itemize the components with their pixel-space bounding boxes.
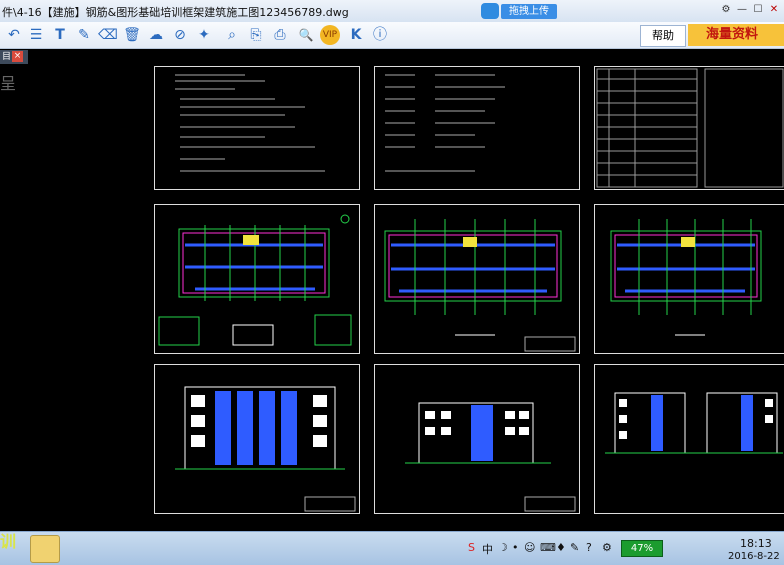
drawing-sheet-plan-1[interactable] — [154, 204, 360, 354]
drawing-sheet-plan-3[interactable] — [594, 204, 784, 354]
upload-button[interactable]: 拖拽上传 — [501, 4, 557, 19]
window-title: 件\4-16【建施】钢筋&图形基础培训框架建筑施工图123456789.dwg — [2, 6, 349, 19]
drawing-sheet-table[interactable] — [594, 66, 784, 190]
close-button[interactable]: ✕ — [766, 3, 782, 17]
drawing-sheet-elevation-1[interactable] — [154, 364, 360, 514]
settings-icon[interactable]: ⚙ — [718, 3, 734, 17]
pen-icon[interactable]: ✎ — [74, 25, 94, 45]
info-icon[interactable]: ⓘ — [370, 25, 390, 45]
ime-icon[interactable]: 中 — [482, 541, 493, 557]
search-icon[interactable]: 🔍 — [296, 25, 316, 45]
undo-icon[interactable]: ↶ — [4, 25, 24, 45]
text-icon[interactable]: T — [50, 25, 70, 45]
help-tray-icon[interactable]: ? — [586, 541, 592, 554]
vip-icon[interactable]: VIP — [320, 25, 340, 45]
cloud-hide-icon[interactable]: ⊘ — [170, 25, 190, 45]
battery-indicator[interactable]: 47% — [621, 540, 663, 557]
toolbar: ↶ ☰ T ✎ ⌫ 🗑 ☁ ⊘ ✦ ⌕ ⎘ ⎙ 🔍 VIP K ⓘ 帮助 — [0, 22, 784, 49]
layout-icon[interactable]: ☰ — [26, 25, 46, 45]
print-icon[interactable]: ⎙ — [270, 25, 290, 45]
maximize-button[interactable]: ☐ — [750, 3, 766, 17]
smile-icon[interactable]: ☺ — [524, 541, 535, 554]
keyboard-icon[interactable]: ⌨ — [540, 541, 556, 554]
sidebar-glyph: 呈 — [0, 74, 17, 93]
drawing-sheet-elevation-3[interactable] — [594, 364, 784, 514]
ad-banner[interactable]: 海量资料 — [688, 24, 784, 46]
drawing-sheet-notes-1[interactable] — [154, 66, 360, 190]
drawing-sheet-notes-2[interactable] — [374, 66, 580, 190]
sidebar-close-icon[interactable]: × — [12, 51, 23, 62]
taskbar — [0, 531, 784, 565]
clock-date[interactable]: 2016-8-22 — [728, 551, 780, 562]
moon-icon[interactable]: ☽ — [498, 541, 508, 554]
sogou-icon[interactable]: S — [468, 541, 475, 554]
pen-tray-icon[interactable]: ✎ — [570, 541, 579, 554]
title-bar: 件\4-16【建施】钢筋&图形基础培训框架建筑施工图123456789.dwg … — [0, 0, 784, 23]
zoom-icon[interactable]: ⌕ — [222, 25, 242, 45]
clock-time[interactable]: 18:13 — [740, 537, 772, 550]
minimize-button[interactable]: — — [734, 3, 750, 17]
file-explorer-icon[interactable] — [30, 535, 60, 563]
copy-icon[interactable]: ⎘ — [246, 25, 266, 45]
dot-icon[interactable]: • — [512, 541, 519, 554]
diamond-icon[interactable]: ♦ — [556, 541, 566, 554]
settings-tray-icon[interactable]: ⚙ — [602, 541, 612, 554]
trash-icon[interactable]: 🗑 — [122, 25, 142, 45]
help-button[interactable]: 帮助 — [640, 25, 686, 47]
eraser-icon[interactable]: ⌫ — [98, 25, 118, 45]
measure-icon[interactable]: ✦ — [194, 25, 214, 45]
drawing-sheet-plan-2[interactable] — [374, 204, 580, 354]
app-brand-label: 训 — [0, 532, 17, 551]
cloud-icon[interactable]: ☁ — [146, 25, 166, 45]
k-icon[interactable]: K — [346, 25, 366, 45]
cloud-logo-icon — [481, 3, 499, 19]
drawing-sheet-elevation-2[interactable] — [374, 364, 580, 514]
